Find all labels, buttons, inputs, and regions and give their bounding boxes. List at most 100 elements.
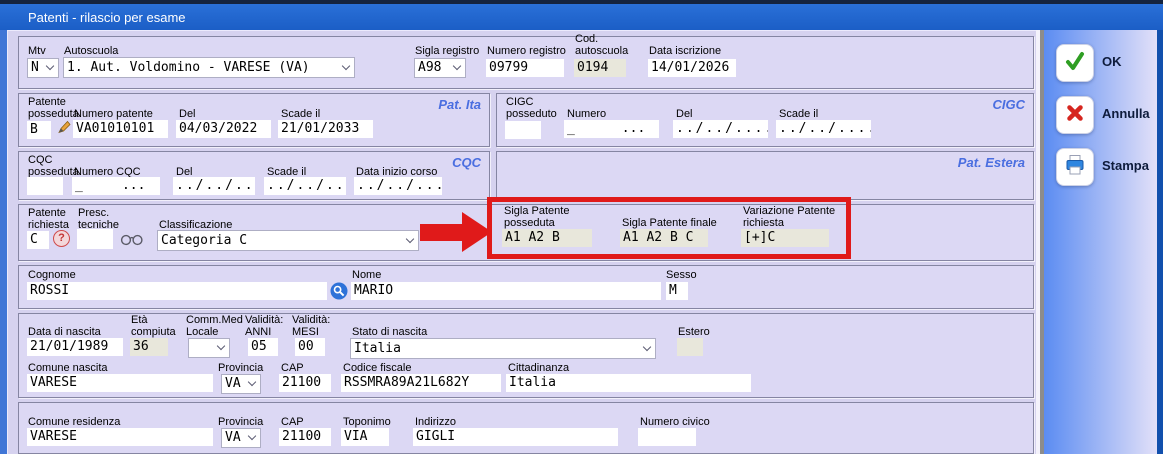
estero-label: Estero	[678, 326, 710, 338]
cqc-scade-input[interactable]: ../../....	[264, 177, 346, 195]
data-nascita-label: Data di nascita	[28, 326, 101, 338]
annulla-button-label[interactable]: Annulla	[1102, 106, 1150, 121]
pencil-icon[interactable]	[56, 119, 72, 140]
comune-nascita-input[interactable]: VARESE	[27, 374, 213, 392]
sesso-input[interactable]: M	[666, 282, 688, 300]
cigc-numero-input[interactable]: _ ...	[564, 120, 659, 138]
ok-button[interactable]	[1056, 44, 1094, 82]
eta-compiuta-label: Età compiuta	[131, 314, 183, 338]
numero-registro-input[interactable]: 09799	[486, 59, 564, 77]
cigc-posseduto-input[interactable]	[505, 121, 541, 139]
cap-nascita-input[interactable]: 21100	[279, 374, 331, 392]
autoscuola-select[interactable]: 1. Aut. Voldomino - VARESE (VA)	[63, 57, 355, 78]
printer-icon	[1064, 154, 1086, 181]
validita-anni-label: Validità: ANNI	[245, 314, 295, 338]
patente-scade-input[interactable]: 21/01/2033	[278, 120, 373, 138]
cigc-tag: CIGC	[993, 97, 1026, 112]
cognome-input[interactable]: ROSSI	[27, 282, 327, 300]
action-sidebar	[1044, 30, 1157, 454]
stampa-button[interactable]	[1056, 148, 1094, 186]
window-right-border	[1157, 30, 1163, 454]
estero-field	[677, 338, 703, 356]
cqc-tag: CQC	[452, 155, 481, 170]
numero-civico-label: Numero civico	[640, 416, 710, 428]
ok-button-label[interactable]: OK	[1102, 54, 1122, 69]
cittadinanza-input[interactable]: Italia	[506, 374, 751, 392]
provincia-residenza-select[interactable]: VA	[221, 428, 261, 448]
cognome-label: Cognome	[28, 269, 76, 281]
title-bar: Patenti - rilascio per esame	[0, 4, 1163, 30]
chevron-down-icon	[406, 234, 414, 242]
cap-residenza-input[interactable]: 21100	[279, 428, 331, 446]
cigc-numero-label: Numero	[567, 108, 606, 120]
validita-mesi-input[interactable]: 00	[295, 338, 325, 356]
red-arrow-head	[462, 212, 492, 252]
cigc-del-input[interactable]: ../../....	[673, 120, 768, 138]
indirizzo-input[interactable]: GIGLI	[413, 428, 618, 446]
comm-med-select[interactable]	[188, 338, 230, 358]
cigc-scade-label: Scade il	[779, 108, 818, 120]
cqc-numero-input[interactable]: _ ...	[72, 177, 160, 195]
search-icon[interactable]	[330, 282, 348, 305]
cod-autoscuola-field: 0194	[574, 59, 626, 77]
numero-patente-label: Numero patente	[74, 108, 153, 120]
patente-del-input[interactable]: 04/03/2022	[176, 120, 271, 138]
nome-input[interactable]: MARIO	[351, 282, 661, 300]
comune-residenza-input[interactable]: VARESE	[27, 428, 213, 446]
data-nascita-input[interactable]: 21/01/1989	[27, 338, 123, 356]
comune-residenza-label: Comune residenza	[28, 416, 120, 428]
patente-scade-label: Scade il	[281, 108, 320, 120]
chevron-down-icon	[248, 432, 256, 440]
help-icon[interactable]: ?	[53, 230, 70, 247]
sigla-registro-select[interactable]: A98	[414, 58, 466, 78]
stato-nascita-label: Stato di nascita	[352, 326, 427, 338]
codice-fiscale-input[interactable]: RSSMRA89A21L682Y	[341, 374, 501, 392]
stampa-button-label[interactable]: Stampa	[1102, 158, 1149, 173]
check-icon	[1063, 49, 1087, 78]
numero-patente-input[interactable]: VA01010101	[73, 120, 168, 138]
window-left-border	[0, 30, 7, 454]
cittadinanza-label: Cittadinanza	[508, 362, 569, 374]
stato-nascita-select[interactable]: Italia	[350, 338, 656, 359]
cigc-del-label: Del	[676, 108, 693, 120]
cqc-del-input[interactable]: ../../....	[173, 177, 255, 195]
cap-nascita-label: CAP	[281, 362, 304, 374]
patente-richiesta-input[interactable]: C	[27, 231, 49, 249]
pat-estera-tag: Pat. Estera	[958, 155, 1025, 170]
mtv-select[interactable]: N	[27, 58, 59, 78]
provincia-nascita-label: Provincia	[218, 362, 263, 374]
chevron-down-icon	[248, 378, 256, 386]
numero-civico-input[interactable]	[638, 428, 696, 446]
annulla-button[interactable]	[1056, 96, 1094, 134]
glasses-icon[interactable]	[120, 232, 144, 251]
cqc-posseduta-input[interactable]	[27, 177, 63, 195]
patente-estera-panel: Pat. Estera	[496, 151, 1034, 200]
cap-residenza-label: CAP	[281, 416, 304, 428]
provincia-nascita-select[interactable]: VA	[221, 374, 261, 394]
cigc-posseduto-label: CIGC posseduto	[506, 96, 570, 120]
presc-tecniche-label: Presc. tecniche	[78, 207, 130, 231]
comune-nascita-label: Comune nascita	[28, 362, 108, 374]
x-icon	[1065, 103, 1085, 128]
cigc-scade-input[interactable]: ../../....	[776, 120, 871, 138]
nome-label: Nome	[352, 269, 381, 281]
data-iscrizione-input[interactable]: 14/01/2026	[648, 59, 736, 77]
classificazione-select[interactable]: Categoria C	[157, 230, 419, 251]
eta-compiuta-field: 36	[130, 338, 168, 356]
patente-posseduta-input[interactable]: B	[27, 121, 51, 139]
chevron-down-icon	[46, 62, 54, 70]
comm-med-label: Comm.Med Locale	[186, 314, 248, 338]
highlight-rectangle	[487, 197, 851, 259]
presc-tecniche-input[interactable]	[77, 229, 113, 249]
validita-mesi-label: Validità: MESI	[292, 314, 342, 338]
numero-registro-label: Numero registro	[487, 45, 566, 57]
red-arrow	[420, 224, 464, 241]
mtv-label: Mtv	[28, 45, 46, 57]
validita-anni-input[interactable]: 05	[248, 338, 278, 356]
patente-del-label: Del	[179, 108, 196, 120]
autoscuola-label: Autoscuola	[64, 45, 118, 57]
cod-autoscuola-label: Cod. autoscuola	[575, 33, 637, 57]
cqc-inizio-corso-input[interactable]: ../../....	[354, 177, 442, 195]
toponimo-input[interactable]: VIA	[341, 428, 389, 446]
provincia-residenza-label: Provincia	[218, 416, 263, 428]
